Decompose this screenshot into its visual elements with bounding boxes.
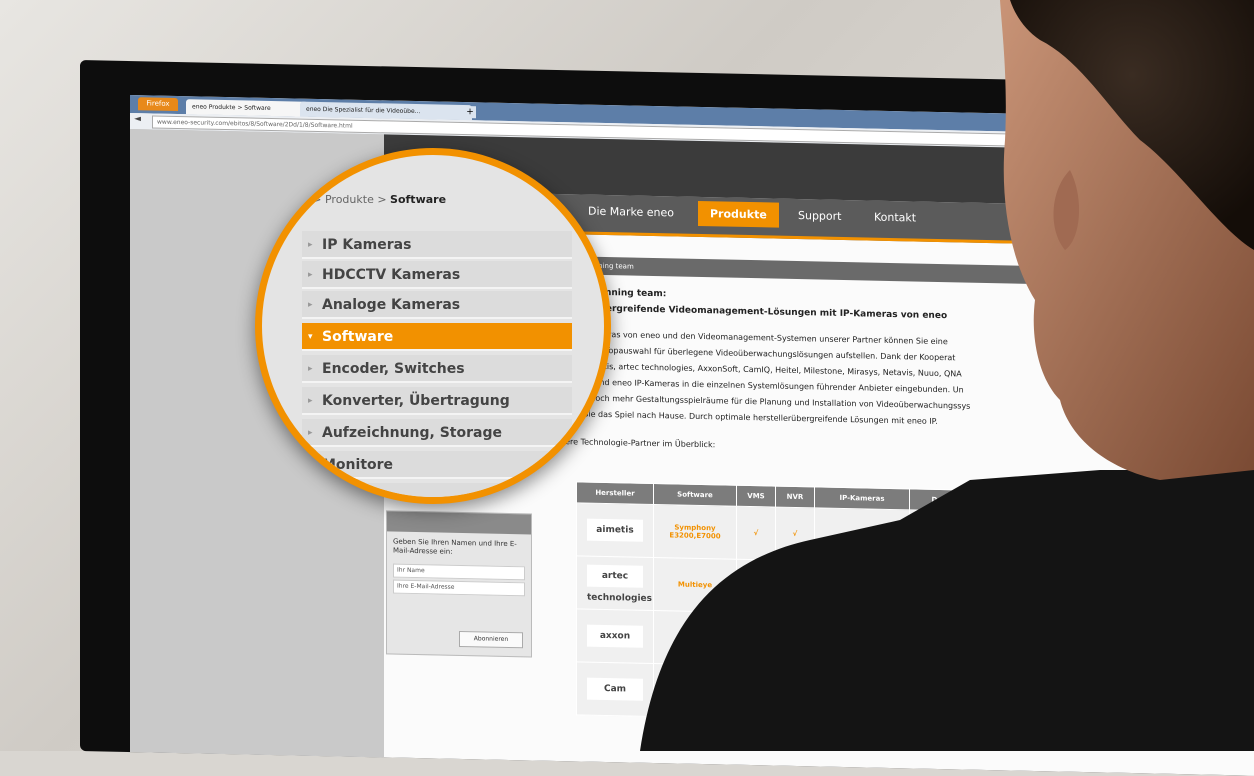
partners-table: Hersteller Software VMS NVR IP-Kameras D… (576, 481, 993, 724)
col-vms: VMS (736, 485, 776, 508)
partner-logo: axxon (587, 624, 643, 648)
table-row: aimetis Symphony E3200,E7000 √ √ Link Li… (576, 502, 993, 565)
ip-link[interactable] (814, 613, 910, 669)
sidebar-item-label: Encoder, Switches (322, 361, 465, 377)
ip-link[interactable]: Link (814, 507, 910, 563)
chevron-right-icon: ▸ (308, 240, 313, 250)
download-link[interactable] (909, 562, 993, 618)
table-row: artec technologies Multieye √ √ (576, 555, 993, 618)
sidebar-item-hdcctv[interactable]: ▸ HDCCTV Kameras (302, 261, 572, 289)
email-input[interactable]: Ihre E-Mail-Adresse (393, 579, 525, 597)
sidebar-item-label: Konverter, Übertragung (322, 393, 510, 409)
chevron-right-icon: ▸ (308, 270, 313, 280)
col-download: Download (909, 488, 993, 512)
software-cell: Axxon N (653, 610, 737, 666)
nav-kontakt[interactable]: Kontakt (874, 211, 916, 225)
nav-support[interactable]: Support (798, 209, 841, 223)
partner-logo: Cam (587, 677, 643, 701)
newsletter-box: Geben Sie Ihren Namen und Ihre E-Mail-Ad… (386, 510, 532, 658)
sidebar-item-software[interactable]: ▾ Software (302, 323, 572, 351)
sidebar-item-label: Software (322, 329, 394, 345)
content-text: ick your winning team: erstellerübergrei… (550, 284, 1234, 464)
chevron-right-icon: ▸ (308, 364, 313, 374)
monitor: Firefox eneo Produkte > Software eneo Di… (80, 60, 1254, 776)
nvr-cell (775, 613, 815, 667)
newsletter-text: Geben Sie Ihren Namen und Ihre E-Mail-Ad… (393, 537, 517, 556)
sidebar-item-encoder[interactable]: ▸ Encoder, Switches (302, 355, 572, 383)
subscribe-button[interactable]: Abonnieren (459, 630, 523, 649)
sidebar-item-monitore[interactable]: ▸ Monitore (302, 451, 572, 479)
new-tab-button[interactable]: + (464, 106, 476, 119)
download-link[interactable] (909, 615, 993, 671)
sidebar-item-label: Analoge Kameras (322, 297, 461, 313)
nvr-cell (775, 666, 815, 720)
ip-link[interactable] (814, 560, 910, 616)
firefox-menu-button[interactable]: Firefox (138, 97, 178, 112)
sidebar-item-analoge[interactable]: ▸ Analoge Kameras (302, 291, 572, 319)
vms-cell (736, 665, 776, 720)
sidebar-item-label: IP Kameras (322, 237, 412, 253)
table-row: Cam (576, 661, 993, 724)
vms-cell: √ (736, 506, 776, 561)
breadcrumb: e > Produkte > Software (302, 193, 446, 206)
download-link[interactable]: Lin (909, 509, 993, 565)
chevron-down-icon: ▾ (308, 332, 313, 342)
ip-link[interactable] (814, 666, 910, 722)
col-hersteller: Hersteller (576, 481, 654, 505)
software-cell: Symphony E3200,E7000 (653, 504, 737, 560)
sidebar-item-konverter[interactable]: ▸ Konverter, Übertragung (302, 387, 572, 415)
col-software: Software (653, 483, 737, 507)
breadcrumb-path: e > Produkte > (302, 193, 391, 206)
sidebar-item-label: Monitore (322, 457, 394, 473)
nav-marke[interactable]: Die Marke eneo (588, 205, 674, 220)
nvr-cell: √ (775, 560, 815, 614)
sidebar-item-aufzeichnung[interactable]: ▸ Aufzeichnung, Storage (302, 419, 572, 447)
col-nvr: NVR (775, 486, 815, 508)
partner-logo: artec technologies (587, 564, 652, 603)
partners-label: Unsere Technologie-Partner im Überblick: (550, 436, 716, 450)
software-cell: Multieye (653, 557, 737, 613)
software-cell (653, 663, 737, 719)
chevron-right-icon: ▸ (308, 300, 313, 310)
sidebar-item-label: Aufzeichnung, Storage (322, 425, 502, 441)
nvr-cell: √ (775, 507, 815, 561)
col-ip: IP-Kameras (814, 486, 910, 510)
nav-produkte[interactable]: Produkte (698, 200, 779, 228)
magnifier-lens: e > Produkte > Software ▸ IP Kameras ▸ HDC… (255, 148, 611, 504)
chevron-right-icon: ▸ (308, 460, 313, 470)
content-title-bar: ick your winning team (550, 255, 1234, 289)
vms-cell: √ (736, 559, 776, 614)
table-row: axxon Axxon N (576, 608, 993, 671)
name-input[interactable]: Ihr Name (393, 563, 525, 581)
chevron-right-icon: ▸ (308, 428, 313, 438)
download-link[interactable] (909, 668, 993, 724)
back-arrow-icon[interactable]: ◄ (134, 114, 141, 124)
chevron-right-icon: ▸ (308, 396, 313, 406)
vms-cell (736, 612, 776, 667)
sidebar-item-label: HDCCTV Kameras (322, 267, 461, 283)
sidebar-item-ip-kameras[interactable]: ▸ IP Kameras (302, 231, 572, 259)
breadcrumb-current: Software (390, 193, 447, 206)
partner-logo: aimetis (587, 518, 643, 542)
